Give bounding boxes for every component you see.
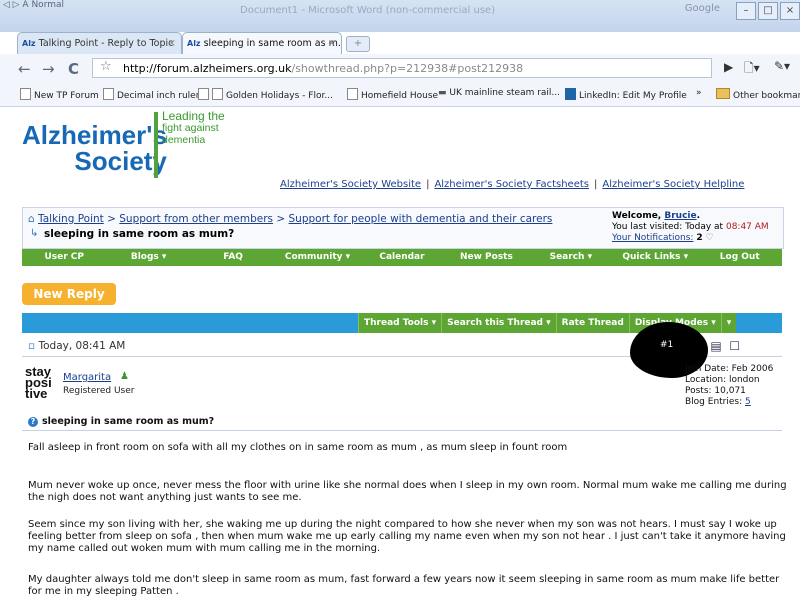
society-factsheets-link[interactable]: Alzheimer's Society Factsheets bbox=[434, 179, 589, 190]
bookmark-golden-holidays[interactable]: Golden Holidays - Flor... bbox=[198, 88, 333, 101]
bookmark-other[interactable]: Other bookmarks bbox=[716, 88, 800, 101]
new-tab-button[interactable]: + bbox=[346, 36, 370, 52]
post-username-link[interactable]: Margarita bbox=[63, 372, 111, 383]
new-reply-button[interactable]: New Reply bbox=[22, 283, 116, 305]
linkedin-icon bbox=[565, 88, 576, 100]
nav-log-out[interactable]: Log Out bbox=[698, 249, 782, 266]
bookmarks-overflow-icon[interactable]: » bbox=[696, 88, 702, 98]
page-menu-icon[interactable]: 🗋▾ bbox=[744, 59, 760, 80]
play-icon[interactable]: ▶ bbox=[724, 60, 733, 74]
alzheimers-society-logo[interactable]: Alzheimer's Society bbox=[22, 122, 167, 174]
page-icon bbox=[212, 88, 223, 100]
minimize-button[interactable]: – bbox=[736, 2, 756, 20]
user-title: Registered User bbox=[63, 386, 135, 396]
nav-blogs[interactable]: Blogs ▾ bbox=[106, 249, 190, 266]
blog-entries-link[interactable]: 5 bbox=[745, 397, 751, 407]
bookmark-linkedin[interactable]: LinkedIn: Edit My Profile bbox=[565, 88, 687, 101]
nav-user-cp[interactable]: User CP bbox=[22, 249, 106, 266]
reload-icon[interactable]: C bbox=[68, 60, 79, 78]
divider bbox=[22, 430, 782, 431]
society-links: Alzheimer's Society Website | Alzheimer's … bbox=[280, 179, 745, 190]
society-helpline-link[interactable]: Alzheimer's Society Helpline bbox=[602, 179, 744, 190]
nav-search[interactable]: Search ▾ bbox=[529, 249, 613, 266]
post-subject: ? sleeping in same room as mum? bbox=[28, 416, 214, 427]
post-paragraph: Seem since my son living with her, she w… bbox=[28, 519, 786, 554]
user-info: Join Date: Feb 2006 Location: london Pos… bbox=[685, 364, 774, 407]
nav-quick-links[interactable]: Quick Links ▾ bbox=[613, 249, 697, 266]
alz-favicon-icon: Alz bbox=[187, 39, 201, 48]
url-host: http://forum.alzheimers.org.uk bbox=[123, 62, 292, 75]
thread-arrow-icon: ↳ bbox=[30, 228, 39, 239]
avatar: stay posi tive bbox=[25, 364, 52, 401]
forum-home-icon: ⌂ bbox=[28, 213, 35, 225]
print-icon[interactable]: ▤ bbox=[710, 339, 721, 353]
page-icon bbox=[198, 88, 209, 100]
heart-icon: ♡ bbox=[705, 233, 714, 243]
folder-icon bbox=[716, 88, 730, 99]
tab-close-icon[interactable]: × bbox=[168, 33, 176, 54]
maximize-button[interactable]: □ bbox=[758, 2, 778, 20]
background-window-tab: ◁ ▷ A Normal bbox=[0, 0, 65, 10]
society-website-link[interactable]: Alzheimer's Society Website bbox=[280, 179, 421, 190]
nav-new-posts[interactable]: New Posts bbox=[444, 249, 528, 266]
bookmark-homefield-house[interactable]: Homefield House bbox=[347, 88, 438, 101]
question-icon: ? bbox=[28, 417, 38, 427]
thread-tools-overflow[interactable]: ▾ bbox=[720, 313, 737, 333]
thread-title: sleeping in same room as mum? bbox=[44, 228, 235, 240]
breadcrumb-support-dementia[interactable]: Support for people with dementia and the… bbox=[289, 213, 553, 225]
rate-thread-menu[interactable]: Rate Thread bbox=[555, 313, 629, 333]
tab-talking-point-reply[interactable]: Alz Talking Point - Reply to Topic × bbox=[17, 32, 182, 54]
bookmark-new-tp-forum[interactable]: New TP Forum bbox=[20, 88, 99, 101]
post-paragraph: Mum never woke up once, never mess the f… bbox=[28, 480, 787, 503]
page-icon bbox=[347, 88, 358, 100]
url-path: /showthread.php?p=212938#post212938 bbox=[291, 62, 524, 75]
search-thread-menu[interactable]: Search this Thread ▾ bbox=[441, 313, 556, 333]
post-date: ▫ Today, 08:41 AM bbox=[28, 340, 126, 352]
bookmark-uk-steam-rail[interactable]: ▬ UK mainline steam rail... bbox=[438, 88, 560, 98]
post-paragraph: Fall asleep in front room on sofa with a… bbox=[28, 442, 568, 453]
logo-divider bbox=[154, 112, 158, 178]
page-icon bbox=[20, 88, 31, 100]
forward-arrow-icon[interactable]: → bbox=[42, 60, 55, 78]
post-number-link[interactable]: #1 bbox=[660, 340, 673, 350]
close-button[interactable]: × bbox=[780, 2, 800, 20]
bookmark-decimal-ruler[interactable]: Decimal inch ruler bbox=[103, 88, 199, 101]
breadcrumb-support-members[interactable]: Support from other members bbox=[119, 213, 273, 225]
wrench-icon[interactable]: ✎▾ bbox=[774, 59, 790, 73]
notifications-link[interactable]: Your Notifications: bbox=[612, 233, 693, 243]
post-paragraph: My daughter always told me don't sleep i… bbox=[28, 574, 780, 597]
nav-community[interactable]: Community ▾ bbox=[275, 249, 359, 266]
google-label: Google bbox=[684, 3, 720, 14]
welcome-box: Welcome, Brucie. You last visited: Today… bbox=[612, 211, 769, 243]
breadcrumb: ⌂ Talking Point > Support from other mem… bbox=[28, 213, 553, 225]
welcome-username-link[interactable]: Brucie bbox=[664, 211, 696, 221]
nav-calendar[interactable]: Calendar bbox=[360, 249, 444, 266]
back-arrow-icon[interactable]: ← bbox=[18, 60, 31, 78]
online-status-icon: ♟ bbox=[120, 371, 129, 382]
post-page-icon: ▫ bbox=[28, 340, 36, 352]
forum-navbar: User CP Blogs ▾ FAQ Community ▾ Calendar… bbox=[22, 249, 782, 266]
alz-favicon-icon: Alz bbox=[22, 39, 36, 48]
page-icon bbox=[103, 88, 114, 100]
tab-close-icon[interactable]: × bbox=[328, 33, 336, 54]
tab-label: sleeping in same room as m... bbox=[203, 38, 342, 49]
address-bar[interactable]: http://forum.alzheimers.org.uk/showthrea… bbox=[92, 58, 712, 78]
bookmark-star-icon[interactable]: ☆ bbox=[100, 59, 112, 74]
tab-label: Talking Point - Reply to Topic bbox=[38, 38, 174, 49]
tab-sleeping-in-same-room[interactable]: Alz sleeping in same room as m... × bbox=[182, 32, 342, 54]
breadcrumb-talking-point[interactable]: Talking Point bbox=[38, 213, 104, 225]
nav-faq[interactable]: FAQ bbox=[191, 249, 275, 266]
window-title: Document1 - Microsoft Word (non-commerci… bbox=[240, 5, 496, 16]
thread-tools-menu[interactable]: Thread Tools ▾ bbox=[358, 313, 441, 333]
logo-tagline: Leading the fight against dementia bbox=[162, 109, 225, 146]
window-controls: – □ × bbox=[736, 2, 800, 20]
multiquote-checkbox[interactable]: ☐ bbox=[729, 339, 740, 353]
train-icon: ▬ bbox=[438, 88, 450, 98]
